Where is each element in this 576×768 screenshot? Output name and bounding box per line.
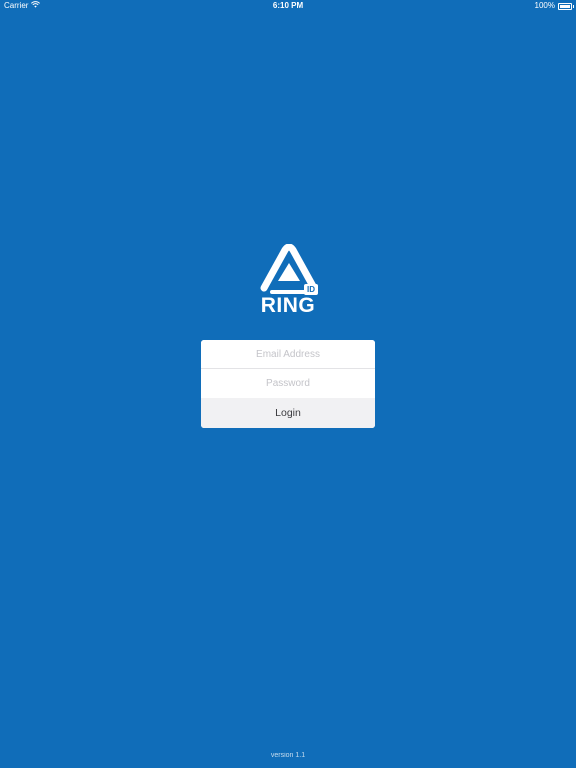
logo-word: RING (260, 294, 316, 317)
battery-percent: 100% (534, 1, 555, 10)
ringid-logo: ID RING (258, 243, 320, 320)
status-time: 6:10 PM (272, 1, 304, 10)
password-input[interactable] (201, 369, 375, 398)
email-input[interactable] (201, 340, 375, 369)
version-label: version 1.1 (270, 752, 306, 759)
login-form: Login (201, 340, 375, 428)
login-button[interactable]: Login (201, 398, 375, 428)
battery-icon (558, 2, 574, 10)
status-right: 100% (534, 0, 574, 12)
status-bar: Carrier 6:10 PM 100% (0, 0, 576, 12)
